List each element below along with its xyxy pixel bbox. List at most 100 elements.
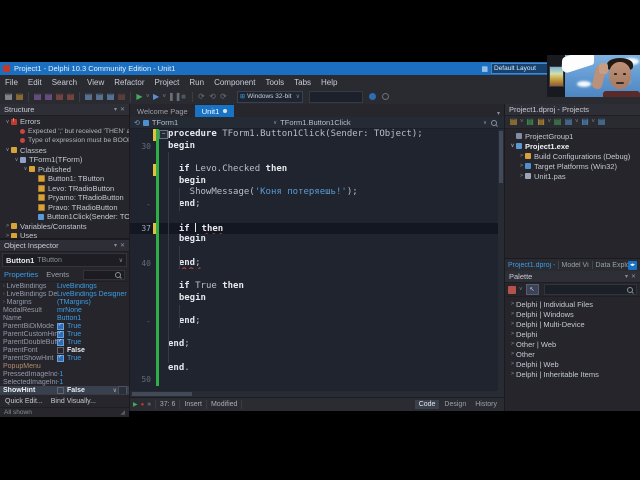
code-line[interactable]: end. [130, 363, 504, 375]
palette-category[interactable]: >Other | Web [505, 339, 640, 349]
structure-item[interactable]: Button1: TButton [0, 174, 129, 184]
quick-edit-link[interactable]: Quick Edit... [5, 398, 43, 405]
projects-sync-icon[interactable]: ▤ [581, 118, 590, 126]
fold-collapse-icon[interactable]: − [159, 130, 168, 139]
palette-category[interactable]: >Delphi | Individual Files [505, 299, 640, 309]
expand-chevron-icon[interactable]: > [509, 301, 516, 307]
projects-build-icon[interactable]: ▤ [564, 118, 573, 126]
code-line[interactable]: end; [130, 339, 504, 351]
view-tab-code[interactable]: Code [415, 400, 440, 409]
dock-tab-1[interactable]: Project1.dproj - Pr... [508, 262, 555, 269]
menu-search[interactable]: Search [47, 78, 82, 87]
code-line[interactable]: 37 if then [130, 223, 504, 235]
expand-chevron-icon[interactable]: ∨ [4, 119, 11, 125]
toolbar-search-input[interactable] [309, 91, 363, 103]
code-line[interactable]: begin [130, 234, 504, 246]
project-item[interactable]: ∨Project1.exe [505, 141, 640, 151]
expand-chevron-icon[interactable]: > [509, 321, 516, 327]
pin-icon[interactable]: ▾ [114, 106, 117, 113]
insight-icon[interactable] [369, 93, 376, 100]
close-icon[interactable]: ✕ [120, 242, 125, 249]
expand-chevron-icon[interactable]: > [518, 153, 525, 159]
expand-chevron-icon[interactable]: ∨ [509, 143, 516, 149]
pin-icon[interactable]: ▾ [114, 242, 117, 249]
dropdown-chevron-icon[interactable]: ˅ [575, 119, 579, 125]
property-row[interactable]: ShowHintFalse∨ [0, 386, 129, 394]
dock-tab-2[interactable]: Model View [562, 262, 589, 269]
toolbar-run-without-debugging-icon[interactable]: ▶ [152, 93, 161, 101]
property-row[interactable]: SelectedImageIndex-1 [0, 378, 129, 386]
checkbox-icon[interactable] [57, 339, 64, 346]
tab-properties[interactable]: Properties [4, 270, 38, 279]
property-search-input[interactable] [83, 270, 125, 280]
palette-category[interactable]: >Delphi [505, 329, 640, 339]
palette-category[interactable]: >Delphi | Inheritable Items [505, 369, 640, 379]
checkbox-icon[interactable] [57, 323, 64, 330]
toolbar-add-to-project-icon[interactable]: ▤ [106, 93, 115, 101]
toolbar-open-project-icon[interactable]: ▤ [95, 93, 104, 101]
checkbox-icon[interactable] [57, 387, 64, 394]
menu-run[interactable]: Run [184, 78, 209, 87]
expand-chevron-icon[interactable]: > [509, 331, 516, 337]
target-platform-select[interactable]: ⊞ Windows 32-bit ∨ [237, 91, 303, 103]
code-line[interactable]: ShowMessage('Коня потеряешь!'); [130, 187, 504, 199]
expand-chevron-icon[interactable]: ∨ [13, 157, 20, 163]
help-insight-icon[interactable] [382, 93, 389, 100]
code-line[interactable] [130, 246, 504, 258]
property-row[interactable]: ModalResultmrNone [0, 306, 129, 314]
editor-tab-welcome-page[interactable]: Welcome Page [130, 105, 195, 117]
checkbox-icon[interactable] [57, 347, 64, 354]
code-line[interactable] [130, 152, 504, 164]
menu-tabs[interactable]: Tabs [289, 78, 316, 87]
code-line[interactable] [130, 328, 504, 340]
pin-icon[interactable]: ▾ [625, 273, 628, 280]
palette-category[interactable]: >Delphi | Web [505, 359, 640, 369]
sync-icon[interactable]: ⟲ [134, 119, 140, 127]
code-editor[interactable]: −procedure TForm1.Button1Click(Sender: T… [130, 129, 504, 391]
toolbar-open-icon[interactable]: ▤ [15, 93, 24, 101]
projects-options-icon[interactable]: ▤ [597, 118, 606, 126]
palette-category[interactable]: >Other [505, 349, 640, 359]
code-line[interactable] [130, 269, 504, 281]
toolbar-step-over-icon[interactable]: ⟳ [197, 93, 206, 101]
project-item[interactable]: >Unit1.pas [505, 171, 640, 181]
bind-visually-link[interactable]: Bind Visually... [51, 398, 96, 405]
code-line[interactable]: - end; [130, 199, 504, 211]
palette-category[interactable]: >Delphi | Multi-Device [505, 319, 640, 329]
project-item[interactable]: >Build Configurations (Debug) [505, 151, 640, 161]
expand-chevron-icon[interactable]: › [3, 283, 5, 289]
dropdown-chevron-icon[interactable]: ˅ [520, 119, 524, 125]
menu-tools[interactable]: Tools [260, 78, 289, 87]
view-tab-design[interactable]: Design [440, 400, 470, 409]
desktop-layout-select[interactable]: Default Layout ∨ [491, 63, 555, 74]
menu-project[interactable]: Project [149, 78, 184, 87]
tab-overflow-chevron-icon[interactable]: ▾ [497, 110, 504, 117]
structure-item[interactable]: ∨Errors [0, 117, 129, 127]
property-row[interactable]: ›Margins(TMargins) [0, 298, 129, 306]
property-row[interactable]: ParentDoubleBufferedTrue [0, 338, 129, 346]
toolbar-save-icon[interactable]: ▤ [33, 93, 42, 101]
property-row[interactable]: ›LiveBindings DesignerLiveBindings Desig… [0, 290, 129, 298]
dropdown-chevron-icon[interactable]: ˅ [146, 94, 150, 100]
code-line[interactable] [130, 304, 504, 316]
code-line[interactable]: 40 end; [130, 258, 504, 270]
checkbox-icon[interactable] [57, 331, 64, 338]
property-row[interactable]: ParentCustomHintTrue [0, 330, 129, 338]
breadcrumb-form[interactable]: TForm1 [152, 118, 178, 127]
code-line[interactable] [130, 211, 504, 223]
code-line[interactable] [130, 351, 504, 363]
toolbar-close-all-icon[interactable]: ▤ [66, 93, 75, 101]
close-icon[interactable]: ✕ [631, 273, 636, 280]
menu-component[interactable]: Component [209, 78, 260, 87]
expand-chevron-icon[interactable]: ∨ [4, 147, 11, 153]
palette-category[interactable]: >Delphi | Windows [505, 309, 640, 319]
structure-item[interactable]: Pryamo: TRadioButton [0, 193, 129, 203]
object-selector[interactable]: Button1 TButton ∨ [2, 253, 127, 267]
property-row[interactable]: ›LiveBindingsLiveBindings [0, 282, 129, 290]
code-line[interactable]: - end; [130, 316, 504, 328]
value-editor-button[interactable] [118, 386, 127, 395]
menu-help[interactable]: Help [316, 78, 342, 87]
breadcrumb-method[interactable]: TForm1.Button1Click [280, 118, 350, 127]
project-item[interactable]: ProjectGroup1 [505, 131, 640, 141]
toolbar-remove-from-project-icon[interactable]: ▤ [117, 93, 126, 101]
